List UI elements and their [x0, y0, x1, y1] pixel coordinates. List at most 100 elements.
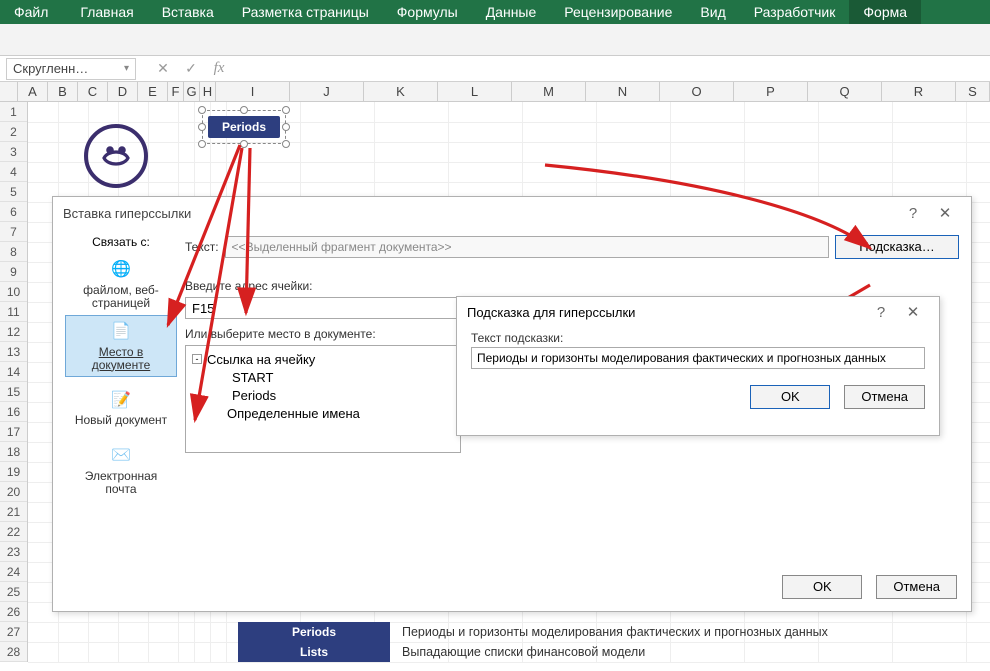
row-header[interactable]: 17 — [0, 422, 27, 442]
row-header[interactable]: 23 — [0, 542, 27, 562]
row-header[interactable]: 11 — [0, 302, 27, 322]
ribbon-tab-home[interactable]: Главная — [66, 0, 147, 24]
ribbon-tab-file[interactable]: Файл — [0, 0, 62, 24]
ribbon-tab-formulas[interactable]: Формулы — [383, 0, 472, 24]
tree-item-periods[interactable]: Periods — [192, 386, 454, 404]
ribbon-tab-developer[interactable]: Разработчик — [740, 0, 850, 24]
ribbon-tab-insert[interactable]: Вставка — [148, 0, 228, 24]
resize-handle[interactable] — [240, 140, 248, 148]
ribbon-tab-review[interactable]: Рецензирование — [550, 0, 686, 24]
column-header[interactable]: P — [734, 82, 808, 101]
row-header[interactable]: 4 — [0, 162, 27, 182]
column-header[interactable]: A — [18, 82, 48, 101]
link-to-email[interactable]: ✉️ Электронная почта — [65, 439, 177, 501]
row-header[interactable]: 5 — [0, 182, 27, 202]
dialog-titlebar[interactable]: Вставка гиперссылки ? ✕ — [53, 197, 971, 229]
tree-item[interactable]: Ссылка на ячейку — [207, 352, 315, 367]
row-header[interactable]: 26 — [0, 602, 27, 622]
help-icon[interactable]: ? — [865, 304, 897, 321]
column-header[interactable]: F — [168, 82, 184, 101]
screentip-button[interactable]: Подсказка… — [835, 235, 959, 259]
row-header[interactable]: 21 — [0, 502, 27, 522]
row-header[interactable]: 8 — [0, 242, 27, 262]
ribbon-tab-format[interactable]: Форма — [849, 0, 921, 24]
cancel-button[interactable]: Отмена — [844, 385, 925, 409]
link-to-newdoc[interactable]: 📝 Новый документ — [65, 377, 177, 439]
tree-item-names[interactable]: Определенные имена — [227, 406, 360, 421]
row-header[interactable]: 13 — [0, 342, 27, 362]
row-header[interactable]: 2 — [0, 122, 27, 142]
document-places-tree[interactable]: -Ссылка на ячейку START Periods -Определ… — [185, 345, 461, 453]
row-header[interactable]: 22 — [0, 522, 27, 542]
row-header[interactable]: 9 — [0, 262, 27, 282]
cell-lists-header[interactable]: Lists — [238, 642, 390, 662]
fx-icon[interactable]: fx — [210, 60, 228, 77]
row-header[interactable]: 10 — [0, 282, 27, 302]
display-text-input[interactable] — [225, 236, 829, 258]
screentip-text-input[interactable] — [471, 347, 925, 369]
chevron-down-icon[interactable]: ▾ — [124, 63, 129, 74]
column-header[interactable]: J — [290, 82, 364, 101]
row-header[interactable]: 1 — [0, 102, 27, 122]
row-header[interactable]: 27 — [0, 622, 27, 642]
row-header[interactable]: 20 — [0, 482, 27, 502]
tree-item-start[interactable]: START — [192, 368, 454, 386]
link-to-web[interactable]: 🌐 файлом, веб- страницей — [65, 253, 177, 315]
column-header[interactable]: R — [882, 82, 956, 101]
select-all-corner[interactable] — [0, 82, 18, 101]
resize-handle[interactable] — [282, 140, 290, 148]
row-header[interactable]: 15 — [0, 382, 27, 402]
cell-periods-header[interactable]: Periods — [238, 622, 390, 642]
row-header[interactable]: 6 — [0, 202, 27, 222]
ok-button[interactable]: OK — [782, 575, 862, 599]
column-header[interactable]: Q — [808, 82, 882, 101]
cell-lists-desc[interactable]: Выпадающие списки финансовой модели — [396, 642, 645, 662]
row-header[interactable]: 28 — [0, 642, 27, 662]
column-header[interactable]: C — [78, 82, 108, 101]
column-header[interactable]: D — [108, 82, 138, 101]
column-header[interactable]: O — [660, 82, 734, 101]
tree-collapse-icon[interactable]: - — [192, 354, 202, 364]
column-header[interactable]: B — [48, 82, 78, 101]
help-icon[interactable]: ? — [897, 205, 929, 222]
row-header[interactable]: 7 — [0, 222, 27, 242]
row-header[interactable]: 3 — [0, 142, 27, 162]
column-header[interactable]: S — [956, 82, 990, 101]
column-header[interactable]: K — [364, 82, 438, 101]
column-header[interactable]: H — [200, 82, 216, 101]
column-header[interactable]: E — [138, 82, 168, 101]
resize-handle[interactable] — [240, 106, 248, 114]
name-box[interactable]: Скругленн… ▾ — [6, 58, 136, 80]
resize-handle[interactable] — [198, 140, 206, 148]
cell-periods-desc[interactable]: Периоды и горизонты моделирования фактич… — [396, 622, 828, 642]
ribbon-tab-pagelayout[interactable]: Разметка страницы — [228, 0, 383, 24]
cell-address-input[interactable] — [185, 297, 461, 319]
row-header[interactable]: 24 — [0, 562, 27, 582]
row-header[interactable]: 12 — [0, 322, 27, 342]
close-icon[interactable]: ✕ — [897, 303, 929, 321]
resize-handle[interactable] — [198, 106, 206, 114]
link-to-place[interactable]: 📄 Место в документе — [65, 315, 177, 377]
ribbon-tab-data[interactable]: Данные — [472, 0, 551, 24]
column-header[interactable]: I — [216, 82, 290, 101]
ribbon-tab-view[interactable]: Вид — [686, 0, 739, 24]
resize-handle[interactable] — [198, 123, 206, 131]
dialog-titlebar[interactable]: Подсказка для гиперссылки ? ✕ — [457, 297, 939, 327]
row-header[interactable]: 19 — [0, 462, 27, 482]
close-icon[interactable]: ✕ — [929, 204, 961, 222]
column-header[interactable]: M — [512, 82, 586, 101]
resize-handle[interactable] — [282, 106, 290, 114]
cancel-entry-icon[interactable]: ✕ — [154, 60, 172, 77]
row-header[interactable]: 14 — [0, 362, 27, 382]
shape-periods[interactable]: Periods — [208, 116, 280, 138]
row-header[interactable]: 18 — [0, 442, 27, 462]
column-header[interactable]: L — [438, 82, 512, 101]
column-header[interactable]: N — [586, 82, 660, 101]
ok-button[interactable]: OK — [750, 385, 830, 409]
row-header[interactable]: 25 — [0, 582, 27, 602]
cancel-button[interactable]: Отмена — [876, 575, 957, 599]
confirm-entry-icon[interactable]: ✓ — [182, 60, 200, 77]
row-header[interactable]: 16 — [0, 402, 27, 422]
resize-handle[interactable] — [282, 123, 290, 131]
column-header[interactable]: G — [184, 82, 200, 101]
